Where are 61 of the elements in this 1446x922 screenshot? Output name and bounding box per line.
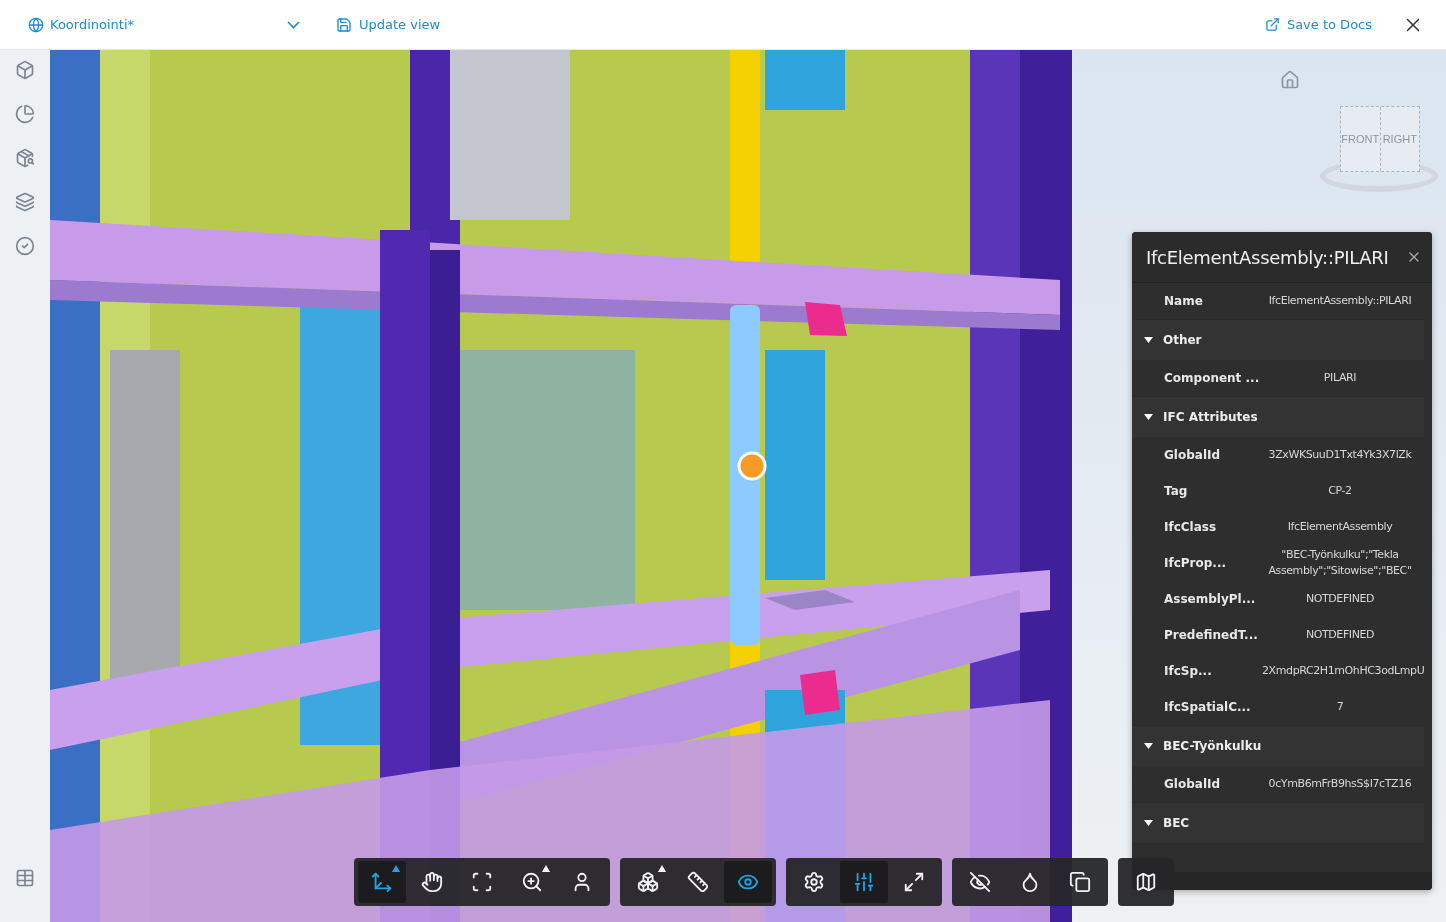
toolbar-button[interactable] xyxy=(840,861,888,903)
zoom-window-icon xyxy=(521,871,543,893)
caret-down-icon xyxy=(1144,414,1153,420)
update-view-button[interactable]: Update view xyxy=(336,16,441,33)
check-circle-icon[interactable] xyxy=(15,236,35,256)
property-label: PredefinedT... xyxy=(1164,628,1256,642)
property-label: Tag xyxy=(1164,484,1189,498)
property-label: GlobalId xyxy=(1164,777,1222,791)
property-value: NOTDEFINED xyxy=(1304,591,1376,607)
box-icon xyxy=(637,871,659,893)
save-icon xyxy=(336,16,352,33)
property-label: IfcProp... xyxy=(1164,556,1228,570)
globe-icon xyxy=(28,16,44,33)
caret-down-icon xyxy=(1144,337,1153,343)
property-group-header[interactable]: BEC xyxy=(1132,802,1424,843)
property-group-header[interactable]: IFC Attributes xyxy=(1132,396,1424,437)
property-label: Name xyxy=(1164,294,1204,308)
eye-off-icon xyxy=(969,871,991,893)
settings-icon xyxy=(803,871,825,893)
pie-chart-icon[interactable] xyxy=(15,104,35,124)
property-value: 2XmdpRC2H1mOhHC3odLmpU xyxy=(1262,663,1424,679)
toolbar-button[interactable] xyxy=(358,861,406,903)
property-value: NOTDEFINED xyxy=(1304,627,1376,643)
share-icon xyxy=(1264,17,1280,32)
submenu-indicator-icon xyxy=(392,865,400,872)
table-icon[interactable] xyxy=(15,868,35,888)
sliders-icon xyxy=(853,871,875,893)
property-value: 7 xyxy=(1335,699,1345,715)
property-value: IfcElementAssembly::PILARI xyxy=(1267,293,1413,309)
ruler-icon xyxy=(687,871,709,893)
property-value: CP-2 xyxy=(1327,483,1353,499)
property-label: IfcSp... xyxy=(1164,664,1213,678)
property-label: GlobalId xyxy=(1164,448,1222,462)
property-label: IfcSpatialC... xyxy=(1164,700,1252,714)
caret-down-icon xyxy=(1144,820,1153,826)
property-label: AssemblyPl... xyxy=(1164,592,1256,606)
submenu-indicator-icon xyxy=(658,865,666,872)
caret-down-icon xyxy=(1144,743,1153,749)
property-value: 0cYmB6mFrB9hsS$I7cTZ16 xyxy=(1267,776,1413,792)
expand-icon xyxy=(903,871,925,893)
map-icon xyxy=(1135,871,1157,893)
property-value: "BEC-Työnkulku";"Tekla Assembly";"Sitowise";"BEC" xyxy=(1267,547,1413,579)
panel-title: IfcElementAssembly::PILARI xyxy=(1146,246,1390,268)
property-label: Component ... xyxy=(1164,371,1256,385)
view-dropdown[interactable]: Koordinointi* xyxy=(28,16,300,33)
property-value: 3ZxWKSuuD1Txt4Yk3X7lZk xyxy=(1267,447,1413,463)
frame-icon xyxy=(471,871,493,893)
property-value: IfcElementAssembly xyxy=(1286,519,1394,535)
hand-icon xyxy=(421,871,443,893)
cube-search-icon[interactable] xyxy=(15,148,35,168)
property-group-header[interactable]: BEC-Työnkulku xyxy=(1132,725,1424,766)
property-group-header[interactable]: Other xyxy=(1132,319,1424,360)
toolbar-button[interactable] xyxy=(724,861,772,903)
cube-icon[interactable] xyxy=(15,60,35,80)
chevron-down-icon xyxy=(287,20,300,29)
save-to-docs-button[interactable]: Save to Docs xyxy=(1264,17,1372,32)
layers-icon[interactable] xyxy=(15,192,35,212)
property-value: PILARI xyxy=(1322,370,1358,386)
windows-icon xyxy=(1069,871,1091,893)
property-label: IfcClass xyxy=(1164,520,1218,534)
submenu-indicator-icon xyxy=(542,865,550,872)
